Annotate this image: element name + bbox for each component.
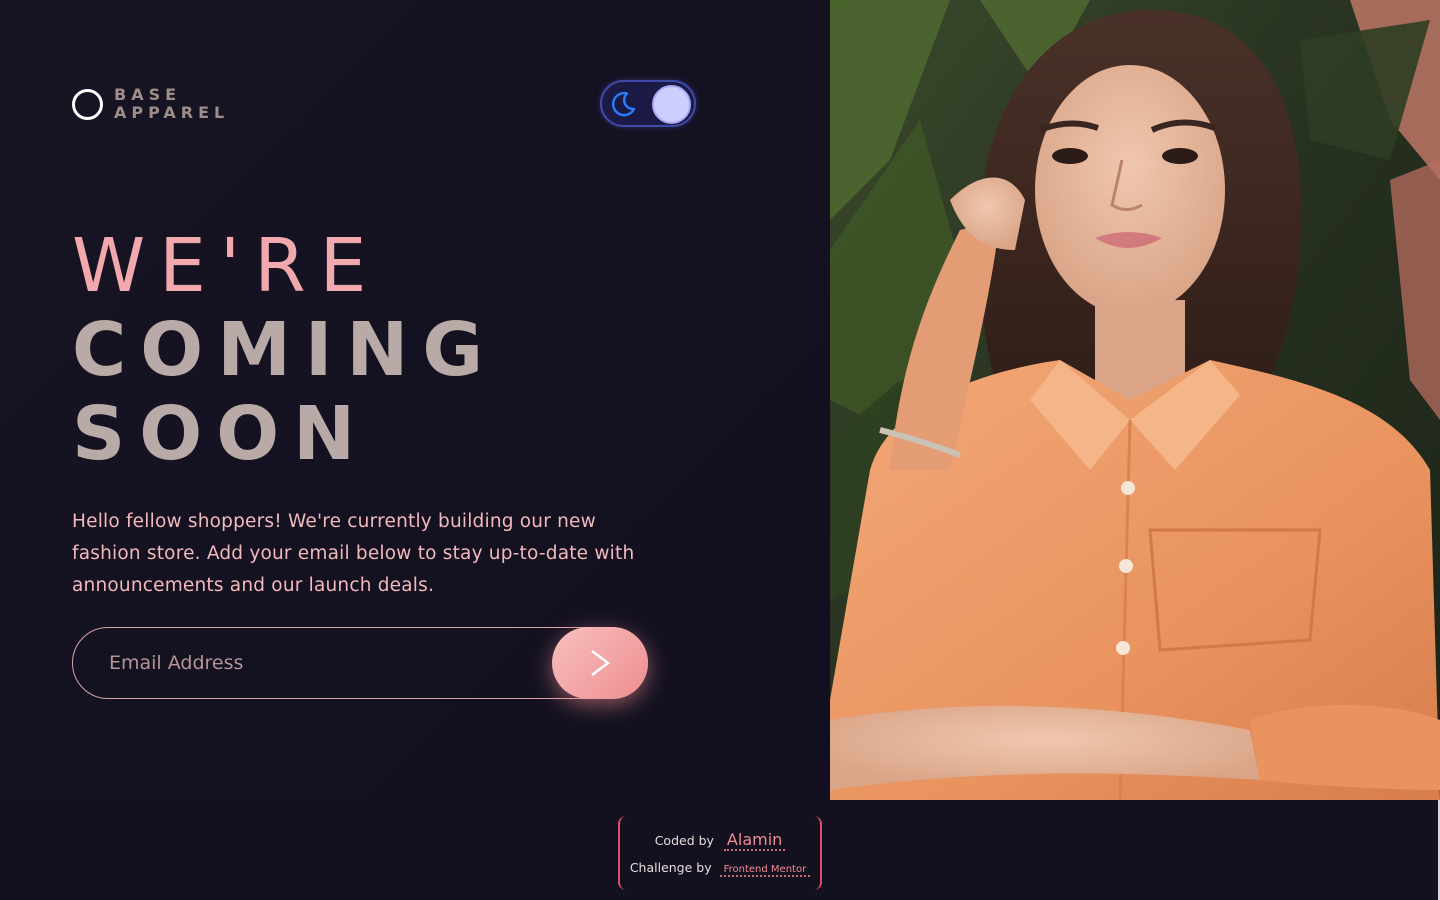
- author-link[interactable]: Alamin: [723, 830, 786, 851]
- theme-toggle[interactable]: [600, 80, 696, 127]
- moon-icon: [611, 91, 636, 117]
- title-line-1: WE'RE: [72, 223, 381, 309]
- brand-line-1: BASE: [114, 85, 182, 104]
- toggle-knob[interactable]: [652, 85, 691, 124]
- coded-by-label: Coded by: [654, 833, 714, 848]
- brand-line-2: APPAREL: [114, 103, 230, 122]
- frontend-mentor-link[interactable]: Frontend Mentor: [719, 864, 811, 877]
- chevron-right-icon: [591, 650, 610, 676]
- subscribe-form: [72, 627, 648, 699]
- attribution-box: Coded by Alamin Challenge by Frontend Me…: [618, 816, 822, 890]
- brand-name: BASE APPAREL: [114, 86, 229, 122]
- challenge-by-row: Challenge by Frontend Mentor: [620, 860, 820, 877]
- title-line-3: SOON: [72, 391, 370, 477]
- brand-logo[interactable]: BASE APPAREL: [72, 86, 229, 122]
- challenge-by-label: Challenge by: [629, 860, 712, 875]
- page-title: WE'RE COMING SOON: [72, 224, 497, 476]
- coded-by-row: Coded by Alamin: [620, 830, 820, 851]
- intro-text: Hello fellow shoppers! We're currently b…: [72, 511, 635, 596]
- hero-photo: [830, 0, 1440, 800]
- logo-ring-icon: [72, 88, 103, 120]
- woman-in-orange-shirt-image: [830, 0, 1440, 800]
- title-line-2: COMING: [72, 307, 498, 393]
- coming-soon-page: BASE APPAREL WE'RE COMING SOON Hello fel…: [0, 0, 1440, 900]
- content-panel: BASE APPAREL WE'RE COMING SOON Hello fel…: [0, 0, 830, 800]
- submit-button[interactable]: [552, 627, 648, 699]
